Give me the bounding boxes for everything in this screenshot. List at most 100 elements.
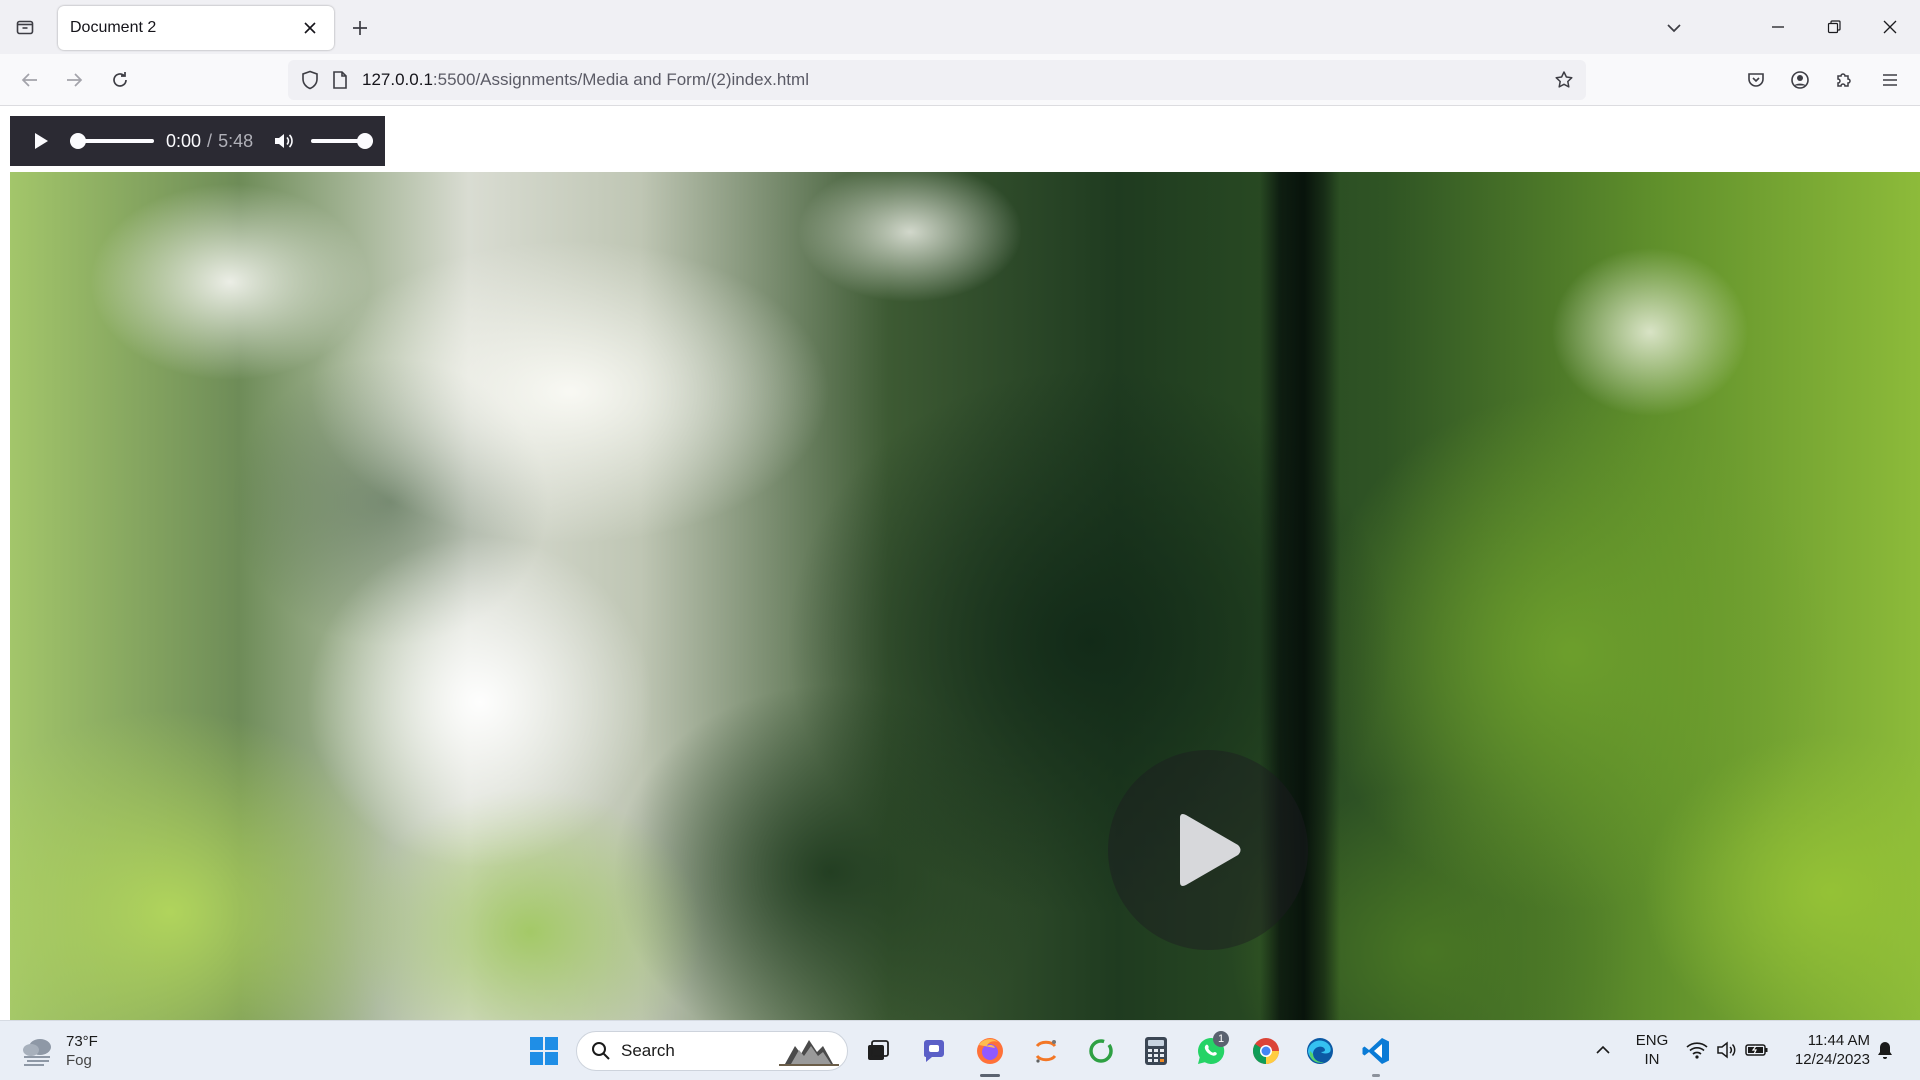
audio-player: 0:00 / 5:48 [10, 116, 385, 166]
vscode-icon [1362, 1038, 1389, 1064]
calculator-icon [1145, 1037, 1167, 1065]
reload-icon [113, 72, 127, 87]
refresh-app-taskbar-button[interactable] [1081, 1031, 1121, 1071]
audio-mute-button[interactable] [269, 126, 299, 156]
forward-button[interactable] [58, 64, 90, 96]
start-button[interactable] [524, 1031, 564, 1071]
bookmark-button[interactable] [1550, 66, 1578, 94]
tab-overflow-button[interactable] [1660, 14, 1688, 42]
app-menu-button[interactable] [1874, 64, 1906, 96]
url-host: 127.0.0.1 [362, 70, 433, 89]
clock-button[interactable]: 11:44 AM 12/24/2023 [1780, 1031, 1870, 1069]
show-hidden-icons-button[interactable] [1590, 1037, 1616, 1063]
taskbar-search[interactable]: Search [576, 1031, 848, 1071]
search-icon [592, 1042, 610, 1060]
restore-icon [1827, 20, 1841, 34]
minimize-button[interactable] [1750, 8, 1806, 46]
whatsapp-taskbar-button[interactable]: 1 [1191, 1031, 1231, 1071]
hamburger-menu-icon [1883, 74, 1897, 86]
url-text: 127.0.0.1:5500/Assignments/Media and For… [362, 70, 809, 90]
site-info-button[interactable] [326, 66, 354, 94]
volume-tray-button[interactable] [1714, 1037, 1740, 1063]
audio-volume-slider[interactable] [311, 131, 374, 151]
tab-active[interactable]: Document 2 [58, 6, 334, 50]
clock-date: 12/24/2023 [1794, 1051, 1870, 1068]
url-path: :5500/Assignments/Media and Form/(2)inde… [432, 70, 809, 89]
new-tab-button[interactable] [346, 14, 374, 42]
close-icon [1883, 20, 1897, 34]
edge-taskbar-button[interactable] [1300, 1031, 1340, 1071]
weather-condition: Fog [66, 1052, 92, 1069]
teams-chat-button[interactable] [914, 1031, 954, 1071]
running-indicator [1372, 1074, 1380, 1077]
chat-icon [924, 1040, 944, 1062]
firefox-icon [977, 1038, 1003, 1064]
weather-text: 73°F Fog [66, 1032, 98, 1070]
minimize-icon [1772, 26, 1784, 28]
cloud-fog-icon [18, 1031, 58, 1071]
network-button[interactable] [1684, 1037, 1710, 1063]
audio-seek-slider[interactable] [70, 131, 154, 151]
audio-current-time: 0:00 [166, 130, 202, 151]
video-player[interactable] [10, 172, 1920, 1020]
active-indicator [980, 1074, 1000, 1077]
tracking-protection-button[interactable] [296, 66, 324, 94]
weather-widget[interactable]: 73°F Fog [18, 1029, 98, 1073]
chevron-up-icon [1596, 1045, 1610, 1054]
arrow-left-icon [21, 73, 37, 87]
star-icon [1555, 71, 1573, 88]
input-language-button[interactable]: ENG IN [1632, 1031, 1672, 1069]
reload-button[interactable] [104, 64, 136, 96]
whatsapp-badge: 1 [1213, 1031, 1229, 1047]
shield-icon [302, 70, 318, 90]
wifi-icon [1686, 1042, 1708, 1059]
pocket-icon [1748, 73, 1764, 87]
close-window-button[interactable] [1862, 8, 1918, 46]
audio-time-separator: / [207, 130, 213, 151]
task-view-button[interactable] [858, 1031, 898, 1071]
puzzle-icon [1837, 73, 1851, 87]
chrome-taskbar-button[interactable] [1246, 1031, 1286, 1071]
taskbar: 73°F Fog Search 1 ENG IN 11:44 AM 12/24/… [0, 1020, 1920, 1080]
weather-temp: 73°F [66, 1033, 98, 1050]
vscode-taskbar-button[interactable] [1356, 1031, 1396, 1077]
pocket-button[interactable] [1740, 64, 1772, 96]
address-bar[interactable]: 127.0.0.1:5500/Assignments/Media and For… [288, 60, 1586, 100]
notifications-button[interactable] [1872, 1037, 1898, 1063]
speaker-icon [1717, 1041, 1736, 1059]
tab-list-icon [16, 20, 34, 35]
volume-thumb[interactable] [357, 133, 374, 149]
play-icon [1180, 814, 1241, 886]
tab-strip: Document 2 [0, 0, 1920, 54]
tab-title: Document 2 [70, 19, 157, 36]
lang-line1: ENG [1635, 1032, 1669, 1049]
list-all-tabs-button[interactable] [12, 14, 38, 40]
audio-play-button[interactable] [26, 126, 56, 156]
extensions-button[interactable] [1828, 64, 1860, 96]
battery-charging-icon [1745, 1044, 1768, 1056]
jupyter-taskbar-button[interactable] [1026, 1031, 1066, 1071]
nav-toolbar: 127.0.0.1:5500/Assignments/Media and For… [0, 54, 1920, 106]
volume-icon [275, 134, 293, 148]
page-icon [333, 71, 347, 89]
battery-button[interactable] [1744, 1037, 1770, 1063]
windows-logo-icon [530, 1037, 558, 1065]
chevron-down-icon [1667, 24, 1681, 33]
account-button[interactable] [1784, 64, 1816, 96]
seek-thumb[interactable] [70, 133, 86, 149]
clock-time: 11:44 AM [1807, 1032, 1870, 1049]
circular-arrows-icon [1089, 1039, 1113, 1063]
chrome-icon [1252, 1038, 1279, 1065]
search-placeholder: Search [621, 1041, 675, 1060]
jupyter-icon [1035, 1040, 1057, 1063]
task-view-icon [868, 1040, 889, 1060]
edge-icon [1307, 1038, 1333, 1064]
tab-close-button[interactable] [298, 16, 322, 40]
firefox-taskbar-button[interactable] [970, 1031, 1010, 1077]
audio-duration: 5:48 [218, 130, 254, 151]
account-icon [1791, 71, 1809, 89]
video-play-button[interactable] [1108, 750, 1308, 950]
restore-button[interactable] [1806, 8, 1862, 46]
back-button[interactable] [14, 64, 46, 96]
calculator-taskbar-button[interactable] [1136, 1031, 1176, 1071]
